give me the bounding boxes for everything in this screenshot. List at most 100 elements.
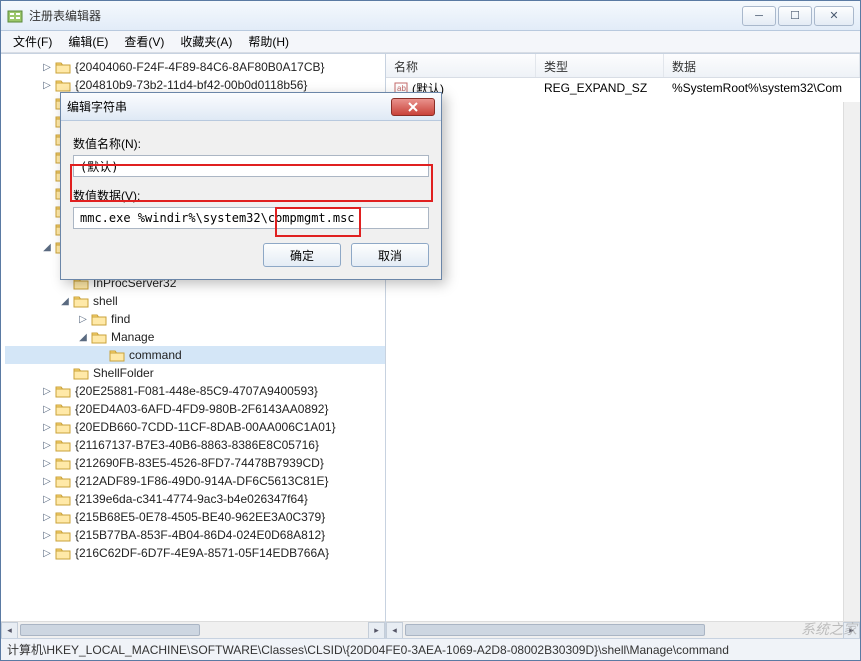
tree-node-label: shell — [93, 294, 118, 308]
value-type: REG_EXPAND_SZ — [536, 81, 664, 95]
value-data-label: 数值数据(V): — [73, 187, 429, 204]
expander-placeholder — [41, 133, 53, 145]
tree-node-label: Manage — [111, 330, 154, 344]
tree-node[interactable]: ▷ {20E25881-F081-448e-85C9-4707A9400593} — [5, 382, 385, 400]
list-pane: 名称 类型 数据 ab (默认) REG_EXPAND_SZ %SystemRo… — [386, 54, 860, 638]
tree-node[interactable]: ▷ {2139e6da-c341-4774-9ac3-b4e026347f64} — [5, 490, 385, 508]
menu-view[interactable]: 查看(V) — [116, 31, 172, 52]
expand-icon[interactable]: ▷ — [41, 79, 53, 91]
expand-icon[interactable]: ▷ — [41, 493, 53, 505]
tree-node[interactable]: ▷ {20EDB660-7CDD-11CF-8DAB-00AA006C1A01} — [5, 418, 385, 436]
scroll-right-icon[interactable]: ▸ — [843, 622, 860, 638]
expander-placeholder — [95, 349, 107, 361]
tree-node-label: {212690FB-83E5-4526-8FD7-74478B7939CD} — [75, 456, 324, 470]
tree-node[interactable]: ▷ {216C62DF-6D7F-4E9A-8571-05F14EDB766A} — [5, 544, 385, 562]
expander-placeholder — [41, 97, 53, 109]
tree-node-label: {20ED4A03-6AFD-4FD9-980B-2F6143AA0892} — [75, 402, 329, 416]
collapse-icon[interactable]: ◢ — [41, 241, 53, 253]
window-title: 注册表编辑器 — [29, 7, 742, 24]
expander-placeholder — [41, 169, 53, 181]
expander-placeholder — [41, 223, 53, 235]
tree-node[interactable]: ▷ {21167137-B7E3-40B6-8863-8386E8C05716} — [5, 436, 385, 454]
tree-node-label: {2139e6da-c341-4774-9ac3-b4e026347f64} — [75, 492, 308, 506]
value-name-input[interactable] — [73, 155, 429, 177]
tree-node[interactable]: ▷ {212ADF89-1F86-49D0-914A-DF6C5613C81E} — [5, 472, 385, 490]
close-icon — [407, 102, 419, 112]
expander-placeholder — [59, 367, 71, 379]
tree-node-label: {20EDB660-7CDD-11CF-8DAB-00AA006C1A01} — [75, 420, 336, 434]
tree-node[interactable]: ▷ {20404060-F24F-4F89-84C6-8AF80B0A17CB} — [5, 58, 385, 76]
value-data-input[interactable] — [73, 207, 429, 229]
dialog-close-button[interactable] — [391, 98, 435, 116]
scroll-left-icon[interactable]: ◂ — [386, 622, 403, 638]
tree-node[interactable]: ▷ {215B68E5-0E78-4505-BE40-962EE3A0C379} — [5, 508, 385, 526]
tree-node-label: {215B68E5-0E78-4505-BE40-962EE3A0C379} — [75, 510, 325, 524]
tree-node-label: ShellFolder — [93, 366, 154, 380]
collapse-icon[interactable]: ◢ — [77, 331, 89, 343]
dialog-title: 编辑字符串 — [67, 98, 391, 115]
expander-placeholder — [41, 205, 53, 217]
table-row[interactable]: ab (默认) REG_EXPAND_SZ %SystemRoot%\syste… — [386, 78, 860, 98]
tree-node[interactable]: ▷ find — [5, 310, 385, 328]
expand-icon[interactable]: ▷ — [41, 547, 53, 559]
expand-icon[interactable]: ▷ — [41, 475, 53, 487]
tree-node-label: {212ADF89-1F86-49D0-914A-DF6C5613C81E} — [75, 474, 328, 488]
list-scrollbar-h[interactable]: ◂ ▸ — [386, 621, 860, 638]
tree-node-label: {21167137-B7E3-40B6-8863-8386E8C05716} — [75, 438, 319, 452]
tree-node[interactable]: ▷ {20ED4A03-6AFD-4FD9-980B-2F6143AA0892} — [5, 400, 385, 418]
tree-node-label: {215B77BA-853F-4B04-86D4-024E0D68A812} — [75, 528, 325, 542]
value-data: %SystemRoot%\system32\Com — [664, 81, 860, 95]
expand-icon[interactable]: ▷ — [41, 511, 53, 523]
tree-node-label: command — [129, 348, 182, 362]
cancel-button[interactable]: 取消 — [351, 243, 429, 267]
col-name[interactable]: 名称 — [386, 54, 536, 77]
minimize-button[interactable]: ─ — [742, 6, 776, 26]
tree-node-label: {204810b9-73b2-11d4-bf42-00b0d0118b56} — [75, 78, 307, 92]
tree-node[interactable]: command — [5, 346, 385, 364]
menu-favorites[interactable]: 收藏夹(A) — [172, 31, 240, 52]
tree-node[interactable]: ◢ Manage — [5, 328, 385, 346]
menubar: 文件(F) 编辑(E) 查看(V) 收藏夹(A) 帮助(H) — [1, 31, 860, 53]
expand-icon[interactable]: ▷ — [41, 529, 53, 541]
titlebar: 注册表编辑器 ─ ☐ ✕ — [1, 1, 860, 31]
tree-node[interactable]: ▷ {215B77BA-853F-4B04-86D4-024E0D68A812} — [5, 526, 385, 544]
expander-placeholder — [41, 187, 53, 199]
expander-placeholder — [41, 151, 53, 163]
expand-icon[interactable]: ▷ — [77, 313, 89, 325]
tree-node-label: {20E25881-F081-448e-85C9-4707A9400593} — [75, 384, 318, 398]
tree-node[interactable]: ◢ shell — [5, 292, 385, 310]
expand-icon[interactable]: ▷ — [41, 61, 53, 73]
edit-string-dialog: 编辑字符串 数值名称(N): 数值数据(V): 确定 取消 — [60, 92, 442, 280]
expand-icon[interactable]: ▷ — [41, 457, 53, 469]
close-button[interactable]: ✕ — [814, 6, 854, 26]
expand-icon[interactable]: ▷ — [41, 439, 53, 451]
expander-placeholder — [41, 115, 53, 127]
expand-icon[interactable]: ▷ — [41, 403, 53, 415]
collapse-icon[interactable]: ◢ — [59, 295, 71, 307]
col-type[interactable]: 类型 — [536, 54, 664, 77]
list-scrollbar-v[interactable] — [843, 102, 860, 621]
tree-node[interactable]: ▷ {212690FB-83E5-4526-8FD7-74478B7939CD} — [5, 454, 385, 472]
tree-scrollbar-h[interactable]: ◂ ▸ — [1, 621, 385, 638]
menu-file[interactable]: 文件(F) — [5, 31, 60, 52]
menu-edit[interactable]: 编辑(E) — [60, 31, 116, 52]
dialog-titlebar: 编辑字符串 — [61, 93, 441, 121]
tree-node[interactable]: ShellFolder — [5, 364, 385, 382]
value-name-label: 数值名称(N): — [73, 135, 429, 152]
app-icon — [7, 8, 23, 24]
scroll-left-icon[interactable]: ◂ — [1, 622, 18, 638]
expand-icon[interactable]: ▷ — [41, 421, 53, 433]
tree-node-label: find — [111, 312, 130, 326]
tree-node-label: {20404060-F24F-4F89-84C6-8AF80B0A17CB} — [75, 60, 325, 74]
maximize-button[interactable]: ☐ — [778, 6, 812, 26]
expand-icon[interactable]: ▷ — [41, 385, 53, 397]
col-data[interactable]: 数据 — [664, 54, 860, 77]
menu-help[interactable]: 帮助(H) — [240, 31, 297, 52]
scroll-right-icon[interactable]: ▸ — [368, 622, 385, 638]
ok-button[interactable]: 确定 — [263, 243, 341, 267]
list-body[interactable]: ab (默认) REG_EXPAND_SZ %SystemRoot%\syste… — [386, 78, 860, 621]
list-header: 名称 类型 数据 — [386, 54, 860, 78]
status-path: 计算机\HKEY_LOCAL_MACHINE\SOFTWARE\Classes\… — [7, 641, 729, 658]
statusbar: 计算机\HKEY_LOCAL_MACHINE\SOFTWARE\Classes\… — [1, 638, 860, 660]
tree-node-label: {216C62DF-6D7F-4E9A-8571-05F14EDB766A} — [75, 546, 329, 560]
